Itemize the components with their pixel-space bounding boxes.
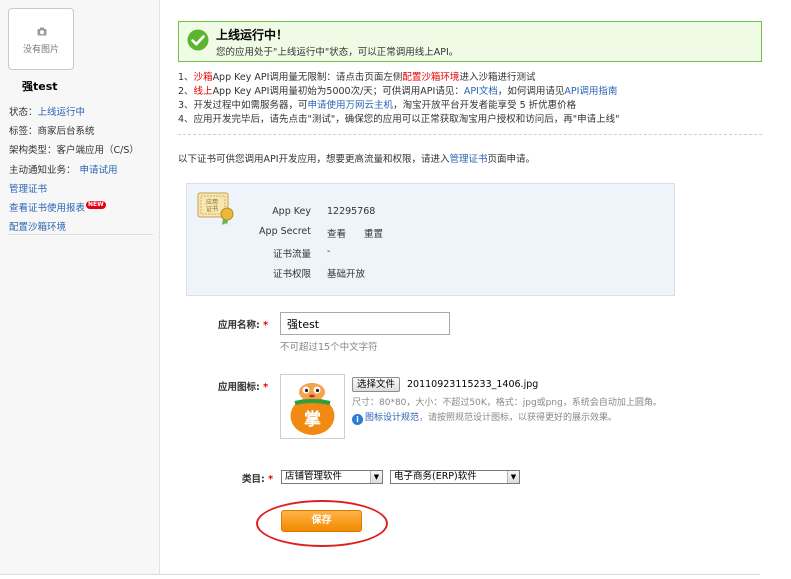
svg-text:应用: 应用	[206, 198, 218, 206]
notify-label: 主动通知业务：	[9, 165, 76, 176]
app-icon-label: 应用图标: *	[218, 379, 268, 393]
note-2-mid: ，如何调用请见	[497, 86, 565, 97]
note-1-tail: 进入沙箱进行测试	[459, 72, 536, 83]
note-2: 2、线上App Key API调用量初始为5000次/天；可供调用API请见：A…	[178, 83, 617, 97]
money-bag-icon: 掌	[281, 375, 344, 438]
arch-row: 架构类型：客户端应用（C/S）	[9, 142, 139, 156]
icon-spec-link[interactable]: 图标设计规范	[365, 413, 419, 423]
secret-reset-link[interactable]: 重置	[364, 226, 383, 240]
app-name-label: 应用名称: *	[218, 317, 268, 331]
category-label: 类目: *	[242, 471, 273, 485]
icon-size-hint: 尺寸：80*80，大小：不超过50K，格式：jpg或png，系统会自动加上圆角。	[352, 398, 662, 408]
bottom-divider	[0, 574, 760, 575]
note-3-tail: ，淘宝开放平台开发者能享受 5 折优惠价格	[393, 100, 577, 111]
apply-trial-link[interactable]: 申请试用	[80, 165, 118, 176]
arch-value: 客户端应用（C/S）	[56, 145, 139, 156]
category-label-text: 类目:	[242, 474, 265, 485]
api-doc-link[interactable]: API文档	[464, 86, 498, 97]
api-guide-link[interactable]: API调用指南	[564, 86, 617, 97]
sidebar-link-manage-cert[interactable]: 管理证书	[9, 181, 47, 195]
info-icon: i	[352, 414, 363, 425]
cert-intro: 以下证书可供您调用API开发应用，想要更高流量和权限，请进入管理证书页面申请。	[178, 151, 535, 165]
app-icon-label-text: 应用图标:	[218, 382, 260, 393]
choose-file-button[interactable]: 选择文件	[352, 377, 401, 392]
appkey-label: App Key	[272, 206, 311, 217]
note-4: 4、应用开发完毕后，请先点击"测试"，确保您的应用可以正常获取淘宝用户授权和访问…	[178, 114, 620, 125]
note-1-index: 1、	[178, 72, 194, 83]
status-value-link[interactable]: 上线运行中	[38, 107, 86, 118]
app-name-input[interactable]: 强test	[280, 312, 450, 335]
secret-view-link[interactable]: 查看	[327, 226, 346, 240]
status-banner: 上线运行中！ 您的应用处于"上线运行中"状态，可以正常调用线上API。	[178, 21, 762, 62]
note-1-sandbox-link[interactable]: 配置沙箱环境	[402, 72, 459, 83]
cert-flow-value: -	[327, 246, 331, 257]
app-name: 强test	[22, 80, 58, 93]
arch-label: 架构类型：	[9, 145, 57, 156]
note-1-sandbox: 沙箱	[193, 72, 213, 83]
status-row: 状态：上线运行中	[9, 104, 85, 118]
selected-file-name: 20110923115233_1406.jpg	[407, 379, 539, 390]
icon-character: 掌	[304, 409, 321, 430]
banner-title: 上线运行中！	[216, 28, 289, 42]
chevron-down-icon: ▼	[370, 471, 382, 483]
tag-row: 标签：商家后台系统	[9, 123, 95, 137]
highlight-annotation	[256, 500, 388, 547]
section-divider	[178, 134, 762, 135]
sidebar: 没有图片 强test 状态：上线运行中 标签：商家后台系统 架构类型：客户端应用…	[0, 0, 160, 575]
check-circle-icon	[187, 29, 209, 51]
manage-cert-link[interactable]: 管理证书	[9, 184, 47, 195]
cert-perm-value[interactable]: 基础开放	[327, 266, 365, 280]
cert-intro-text: 以下证书可供您调用API开发应用，想要更高流量和权限，请进入	[178, 154, 450, 165]
note-2-index: 2、	[178, 86, 194, 97]
category-primary-value: 店铺管理软件	[285, 471, 343, 482]
required-mark: *	[263, 382, 269, 393]
camera-icon	[37, 27, 47, 36]
app-icon-preview: 掌	[280, 374, 345, 439]
appsecret-label: App Secret	[259, 226, 311, 237]
app-avatar-placeholder[interactable]: 没有图片	[8, 8, 74, 70]
note-2-online: 线上	[193, 86, 213, 97]
new-badge: NEW	[86, 201, 106, 209]
tag-value: 商家后台系统	[37, 126, 95, 137]
cert-intro-tail: 页面申请。	[487, 154, 536, 165]
sidebar-link-cert-report[interactable]: 查看证书使用报表 NEW	[9, 200, 106, 214]
note-3: 3、开发过程中如需服务器，可申请使用万网云主机，淘宝开放平台开发者能享受 5 折…	[178, 97, 576, 111]
appkey-value: 12295768	[327, 206, 376, 217]
cert-flow-label: 证书流量	[272, 249, 311, 260]
cert-report-link[interactable]: 查看证书使用报表	[9, 203, 85, 214]
required-mark: *	[268, 474, 274, 485]
note-1-text: App Key API调用量无限制：请点击页面左侧	[212, 72, 403, 83]
tag-label: 标签：	[9, 126, 38, 137]
app-name-hint: 不可超过15个中文字符	[280, 342, 378, 353]
no-image-text: 没有图片	[22, 45, 59, 55]
app-name-label-text: 应用名称:	[218, 320, 260, 331]
category-select-primary[interactable]: 店铺管理软件 ▼	[281, 470, 383, 484]
certificate-panel: 应用 证书 App Key 12295768 App Secret 查看 重置 …	[186, 183, 675, 296]
sandbox-config-link[interactable]: 配置沙箱环境	[9, 222, 66, 233]
certificate-icon: 应用 证书	[197, 192, 234, 225]
manage-cert-inline-link[interactable]: 管理证书	[450, 154, 488, 165]
note-2-text: App Key API调用量初始为5000次/天；可供调用API请见：	[212, 86, 464, 97]
category-select-secondary[interactable]: 电子商务(ERP)软件 ▼	[390, 470, 520, 484]
chevron-down-icon: ▼	[507, 471, 519, 483]
required-mark: *	[263, 320, 269, 331]
icon-spec-row: i 图标设计规范，请按照规范设计图标，以获得更好的展示效果。	[352, 410, 617, 425]
banner-description: 您的应用处于"上线运行中"状态，可以正常调用线上API。	[216, 47, 459, 58]
sidebar-divider	[8, 234, 153, 235]
notify-row: 主动通知业务： 申请试用	[9, 162, 118, 176]
icon-spec-text: ，请按照规范设计图标，以获得更好的展示效果。	[419, 413, 618, 423]
cloud-host-link[interactable]: 申请使用万网云主机	[308, 100, 394, 111]
sidebar-link-sandbox[interactable]: 配置沙箱环境	[9, 219, 66, 233]
svg-text:证书: 证书	[206, 205, 218, 213]
cert-perm-label: 证书权限	[272, 269, 311, 280]
status-label: 状态：	[9, 107, 38, 118]
category-secondary-value: 电子商务(ERP)软件	[394, 471, 477, 482]
note-1: 1、沙箱App Key API调用量无限制：请点击页面左侧配置沙箱环境进入沙箱进…	[178, 69, 535, 83]
note-3-text: 3、开发过程中如需服务器，可	[178, 100, 308, 111]
